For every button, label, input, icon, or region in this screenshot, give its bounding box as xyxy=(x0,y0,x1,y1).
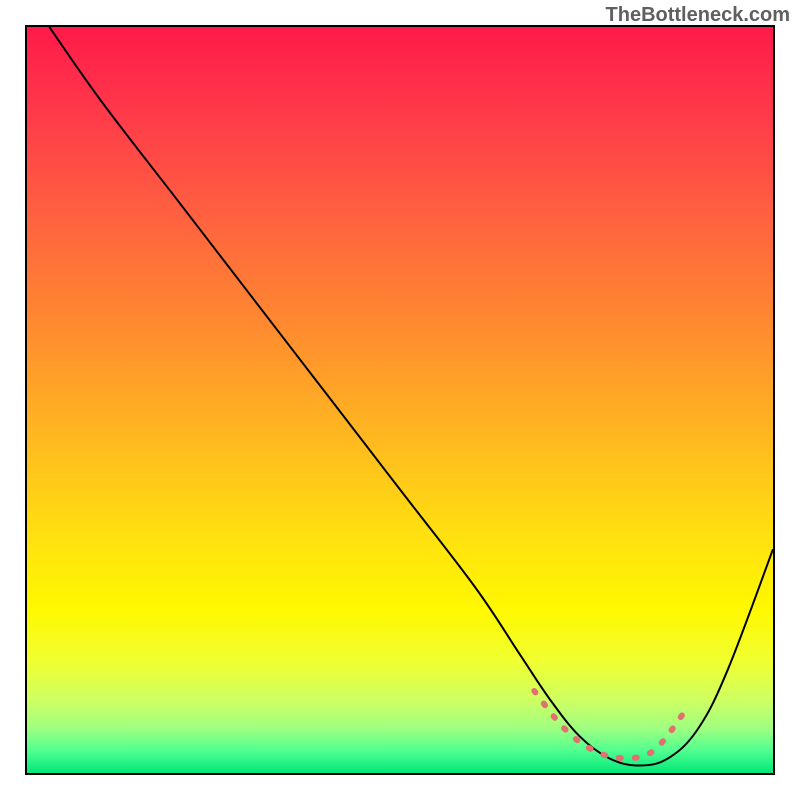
plot-svg xyxy=(27,27,773,773)
watermark-text: TheBottleneck.com xyxy=(606,4,790,27)
chart-container: TheBottleneck.com xyxy=(0,0,800,800)
plot-area xyxy=(25,25,775,775)
gradient-background xyxy=(27,27,773,773)
